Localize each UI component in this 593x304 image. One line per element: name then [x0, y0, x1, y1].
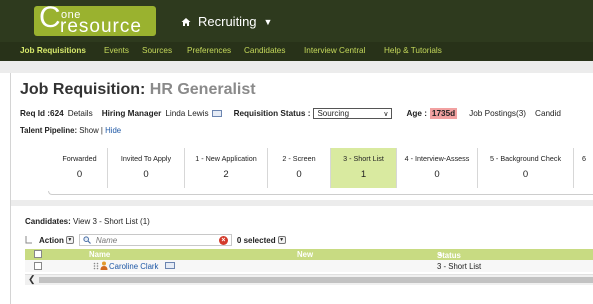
corner-arrow-icon: [25, 236, 32, 244]
contact-card-icon[interactable]: [165, 262, 175, 269]
candidate-name-link[interactable]: Caroline Clark: [109, 262, 158, 271]
chevron-down-icon: ▼: [277, 236, 286, 244]
talent-show[interactable]: Show: [79, 126, 99, 135]
nav-events[interactable]: Events: [104, 46, 129, 55]
selected-label: 0 selected: [236, 235, 276, 245]
row-checkbox[interactable]: [34, 262, 42, 270]
drag-handle-icon[interactable]: [93, 262, 99, 270]
stage-background-check[interactable]: 5 - Background Check 0: [478, 148, 574, 188]
scroll-thumb[interactable]: [39, 277, 593, 283]
candidates-view: View 3 - Short List (1): [73, 217, 150, 226]
oneresource-logo[interactable]: C one resource: [34, 6, 156, 36]
nav-help-tutorials[interactable]: Help & Tutorials: [384, 46, 442, 55]
chevron-down-icon: ∨: [383, 110, 389, 118]
requisition-status-label: Requisition Status :: [233, 109, 311, 118]
stage-count: 2: [223, 169, 229, 180]
select-all-checkbox[interactable]: [34, 250, 42, 258]
app-root: C one resource Recruiting ▼ Job Requisit…: [0, 0, 593, 304]
stage-label: 4 - Interview-Assess: [404, 154, 470, 163]
stage-count: 0: [76, 169, 83, 180]
stage-count: 0: [522, 169, 529, 180]
req-id: Req Id :624: [20, 109, 64, 118]
stage-count: 0: [296, 169, 302, 180]
requisition-info-row: Req Id :624 Details Hiring Manager Linda…: [20, 108, 561, 119]
age-badge: 1735d: [429, 108, 458, 119]
age-label: Age :: [406, 109, 427, 118]
stage-label: Invited To Apply: [120, 154, 172, 163]
talent-hide-link[interactable]: Hide: [105, 126, 121, 135]
chevron-down-icon: ▼: [263, 16, 273, 27]
stage-label: 1 - New Application: [195, 154, 257, 163]
section-divider: [11, 200, 593, 206]
nav-preferences[interactable]: Preferences: [187, 46, 231, 55]
chevron-down-icon: ▼: [65, 236, 74, 244]
header-gap: [0, 61, 593, 73]
stage-interview-assess[interactable]: 4 - Interview-Assess 0: [397, 148, 478, 188]
horizontal-scrollbar[interactable]: ❮: [25, 274, 593, 285]
stage-label: 2 - Screen: [282, 154, 316, 163]
stage-new-application[interactable]: 1 - New Application 2: [185, 148, 268, 188]
nav-job-requisitions[interactable]: Job Requisitions: [20, 46, 86, 55]
pipeline-bracket: [48, 191, 593, 195]
stage-label: Forwarded: [62, 154, 97, 163]
module-switcher[interactable]: Recruiting ▼: [181, 14, 272, 29]
candidates-toolbar: Action ▼ Name × 0 selected ▼: [25, 233, 593, 247]
stage-label: 5 - Background Check: [489, 154, 562, 163]
stage-count: 0: [143, 169, 149, 180]
main-panel: Job Requisition: HR Generalist Req Id :6…: [10, 73, 593, 304]
requisition-status-value: Sourcing: [317, 109, 350, 118]
candidates-link-truncated[interactable]: Candid: [535, 109, 561, 118]
details-link[interactable]: Details: [68, 109, 93, 118]
selected-count[interactable]: 0 selected ▼: [237, 236, 286, 245]
stage-count: 0: [434, 169, 440, 180]
talent-separator: |: [100, 126, 103, 135]
hiring-manager-label: Hiring Manager: [101, 109, 162, 118]
nav-sources[interactable]: Sources: [142, 46, 172, 55]
stage-6-truncated[interactable]: 6: [574, 148, 593, 188]
stage-label: 3 - Short List: [343, 154, 384, 163]
logo-c-mark: C: [39, 6, 61, 34]
home-icon: [181, 17, 191, 26]
action-menu-button[interactable]: Action ▼: [39, 236, 74, 245]
stage-screen[interactable]: 2 - Screen 0: [268, 148, 331, 188]
col-new[interactable]: New: [297, 250, 313, 259]
page-title: Job Requisition: HR Generalist: [20, 81, 256, 99]
talent-pipeline-label: Talent Pipeline:: [20, 126, 78, 135]
table-row[interactable]: Caroline Clark 3 - Short List: [25, 260, 593, 272]
sort-asc-icon: ▲: [437, 251, 444, 258]
search-icon: [83, 236, 91, 244]
stage-count: 1: [360, 169, 367, 180]
candidates-table: Name New Status ▲ Caroline Clark 3 - Sho…: [25, 249, 593, 272]
module-label: Recruiting: [198, 14, 257, 29]
person-icon: [100, 261, 108, 270]
requisition-status-select[interactable]: Sourcing ∨: [313, 108, 393, 119]
stage-forwarded[interactable]: Forwarded 0: [52, 148, 108, 188]
stage-short-list[interactable]: 3 - Short List 1: [331, 148, 397, 188]
candidates-title: Candidates: View 3 - Short List (1): [25, 217, 150, 226]
action-label: Action: [39, 235, 64, 245]
candidates-label: Candidates:: [25, 217, 71, 226]
hiring-manager-value: Linda Lewis: [165, 109, 209, 118]
page-title-prefix: Job Requisition:: [20, 81, 146, 98]
nav-interview-central[interactable]: Interview Central: [304, 46, 365, 55]
nav-candidates[interactable]: Candidates: [244, 46, 285, 55]
table-header: Name New Status ▲: [25, 249, 593, 260]
col-name[interactable]: Name: [89, 250, 110, 259]
page-title-name: HR Generalist: [149, 81, 256, 98]
search-placeholder: Name: [95, 236, 118, 245]
stage-invited-to-apply[interactable]: Invited To Apply 0: [108, 148, 185, 188]
contact-card-icon[interactable]: [211, 110, 222, 117]
top-header: C one resource Recruiting ▼: [0, 0, 593, 42]
cell-status: 3 - Short List: [437, 262, 482, 271]
main-nav: Job Requisitions Events Sources Preferen…: [0, 42, 593, 61]
clear-icon[interactable]: ×: [218, 236, 228, 245]
name-search-input[interactable]: Name ×: [78, 234, 232, 246]
talent-pipeline: Forwarded 0 Invited To Apply 0 1 - New A…: [52, 148, 593, 188]
talent-pipeline-row: Talent Pipeline: Show | Hide: [20, 126, 121, 135]
logo-resource-text: resource: [60, 16, 142, 36]
scroll-left-icon[interactable]: ❮: [28, 274, 36, 285]
stage-label: 6: [582, 154, 586, 163]
job-postings-link[interactable]: Job Postings(3): [469, 109, 526, 118]
